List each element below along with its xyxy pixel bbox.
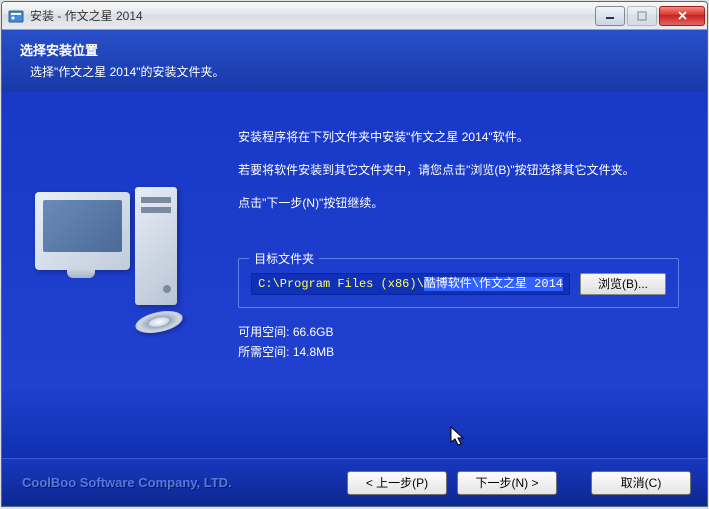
page-title: 选择安装位置 [20,40,689,59]
fieldset-legend: 目标文件夹 [249,250,319,267]
available-space: 可用空间: 66.6GB [238,322,679,342]
computer-illustration [25,182,205,362]
wizard-footer: CoolBoo Software Company, LTD. < 上一步(P) … [2,458,707,506]
space-info: 可用空间: 66.6GB 所需空间: 14.8MB [238,322,679,363]
maximize-button [627,6,657,26]
page-subtitle: 选择"作文之星 2014"的安装文件夹。 [20,63,689,80]
titlebar-text: 安装 - 作文之星 2014 [30,7,593,24]
wizard-body: 安装程序将在下列文件夹中安装"作文之星 2014"软件。 若要将软件安装到其它文… [2,92,707,458]
minimize-icon [605,11,615,21]
next-button[interactable]: 下一步(N) > [457,471,557,495]
required-space: 所需空间: 14.8MB [238,342,679,362]
back-button[interactable]: < 上一步(P) [347,471,447,495]
close-button[interactable] [659,6,705,26]
path-selected: 酷博软件\作文之星 2014 [424,277,563,291]
maximize-icon [637,11,647,21]
destination-fieldset: 目标文件夹 C:\Program Files (x86)\酷博软件\作文之星 2… [238,258,679,308]
path-prefix: C:\Program Files (x86)\ [258,277,424,291]
instruction-line-2: 若要将软件安装到其它文件夹中，请您点击"浏览(B)"按钮选择其它文件夹。 [238,161,679,180]
instruction-line-3: 点击"下一步(N)"按钮继续。 [238,194,679,213]
minimize-button[interactable] [595,6,625,26]
window-controls [593,6,705,26]
install-path-input[interactable]: C:\Program Files (x86)\酷博软件\作文之星 2014 [251,273,570,295]
cancel-button[interactable]: 取消(C) [591,471,691,495]
instruction-line-1: 安装程序将在下列文件夹中安装"作文之星 2014"软件。 [238,128,679,147]
wizard-header: 选择安装位置 选择"作文之星 2014"的安装文件夹。 [2,30,707,92]
close-icon [677,10,688,21]
sidebar [2,92,228,458]
browse-button[interactable]: 浏览(B)... [580,273,666,295]
brand-text: CoolBoo Software Company, LTD. [22,475,337,490]
app-icon [8,8,24,24]
path-row: C:\Program Files (x86)\酷博软件\作文之星 2014 浏览… [251,273,666,295]
installer-window: 安装 - 作文之星 2014 选择安装位置 选择"作文之星 2014"的安装文件… [1,1,708,507]
titlebar: 安装 - 作文之星 2014 [2,2,707,30]
content-area: 安装程序将在下列文件夹中安装"作文之星 2014"软件。 若要将软件安装到其它文… [228,92,707,458]
